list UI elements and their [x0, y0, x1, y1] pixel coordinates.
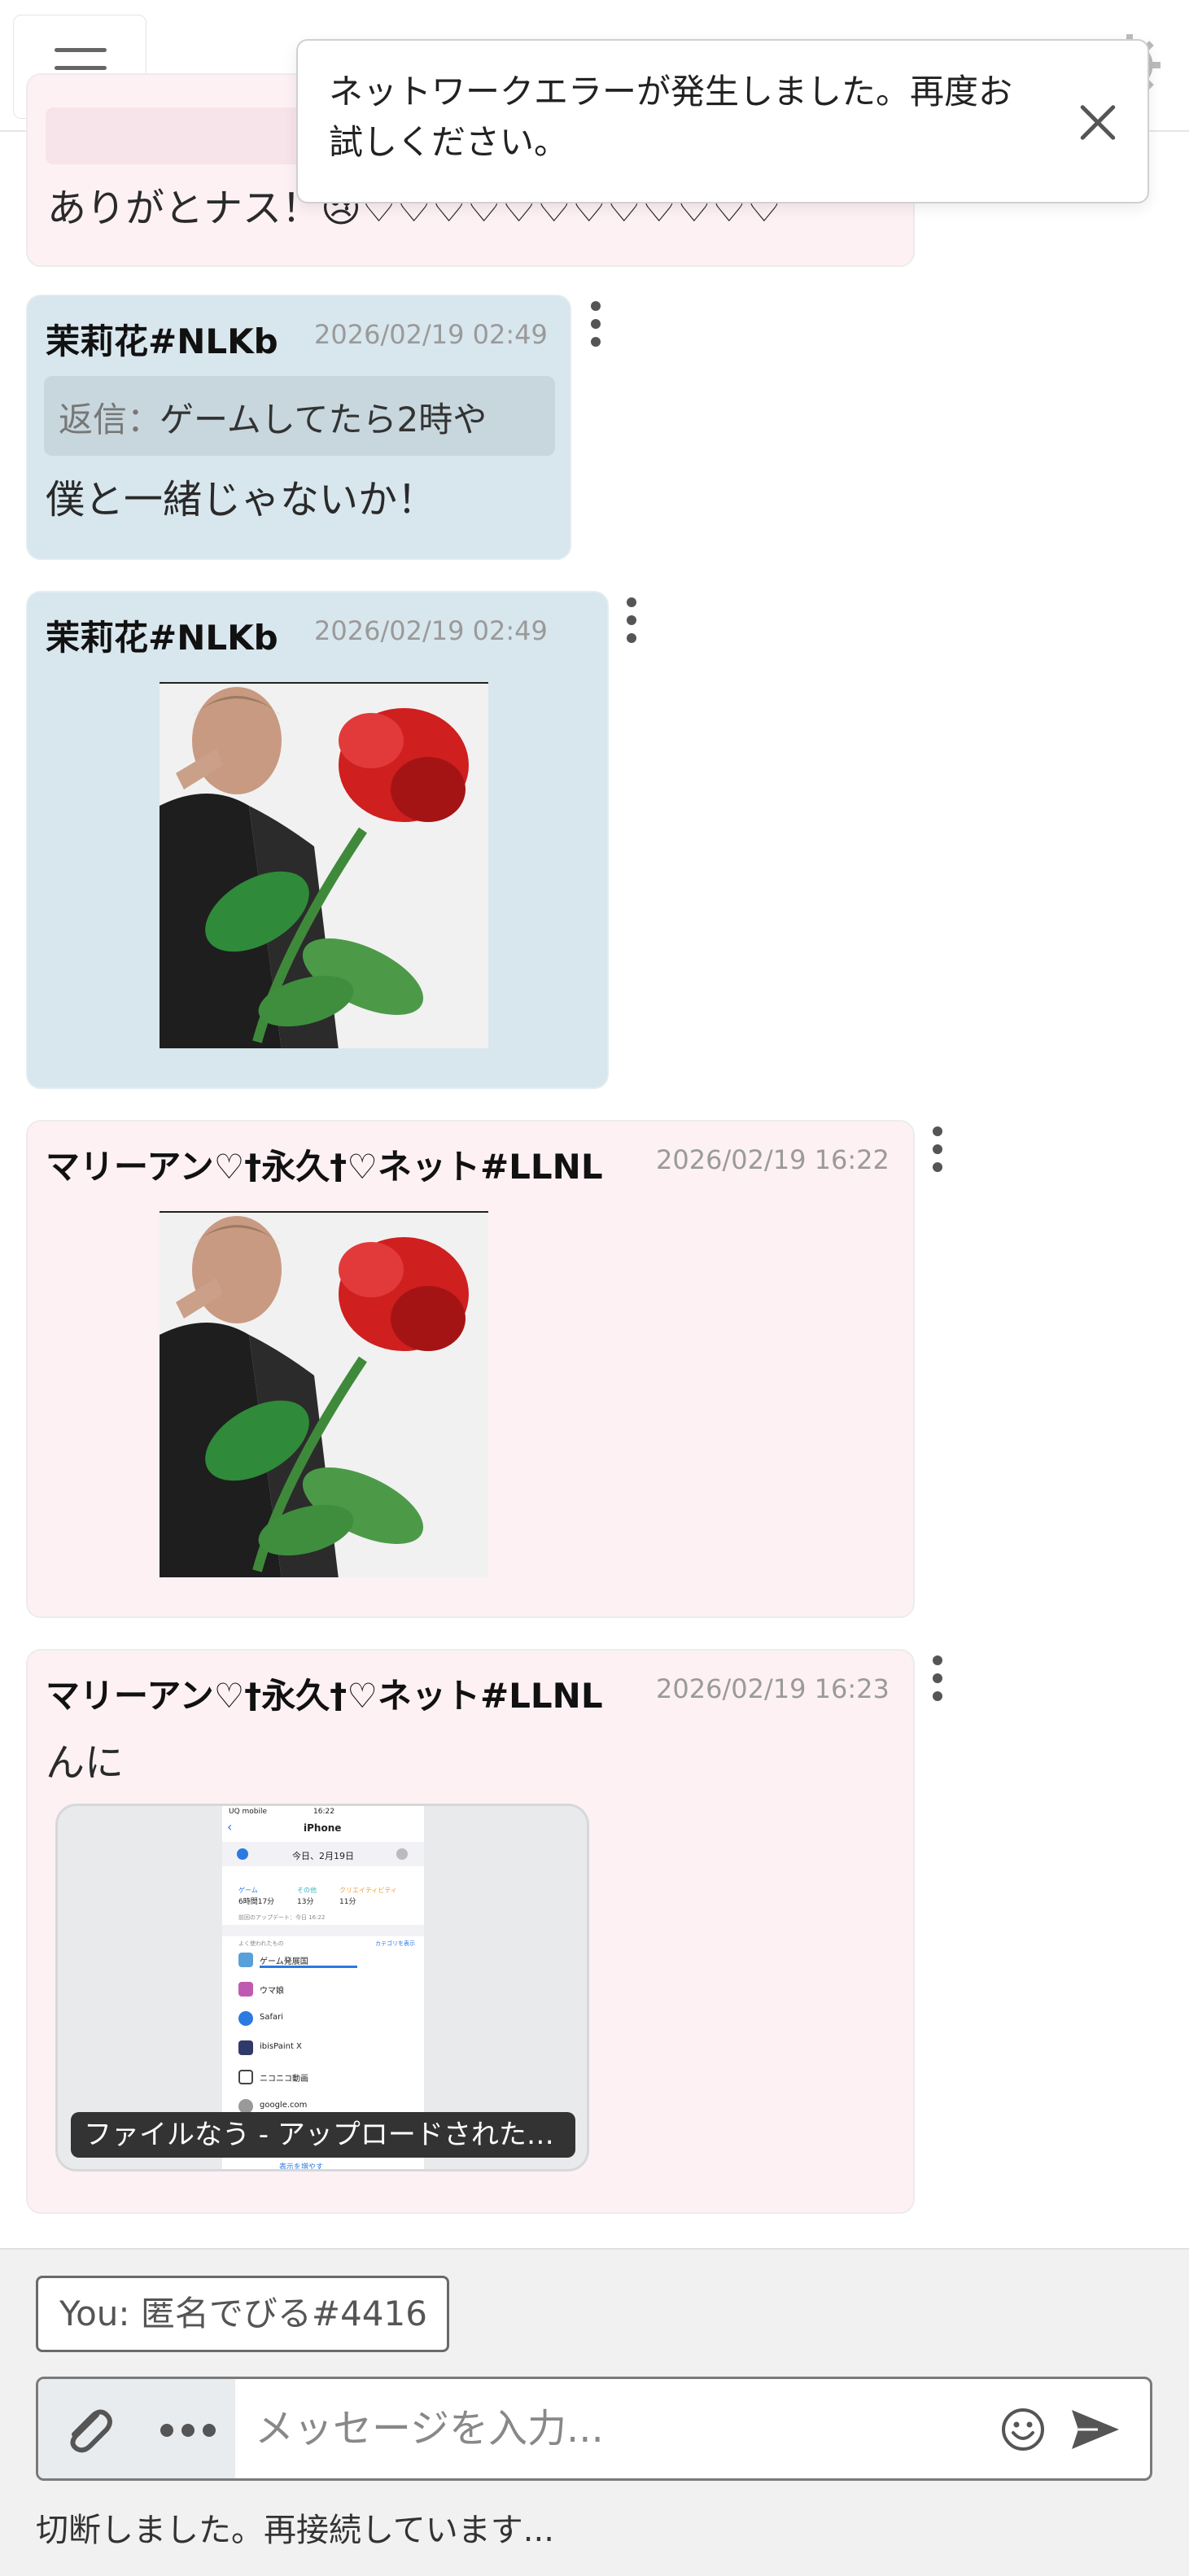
message-menu-icon[interactable]	[623, 597, 640, 643]
toast-message: ネットワークエラーが発生しました。再度お試しください。	[329, 72, 1013, 162]
emoji-icon[interactable]	[999, 2405, 1047, 2454]
message-bubble: 茉莉花#NLKb 2026/02/19 02:49 返信： ゲームしてたら2時や…	[26, 295, 571, 560]
message-author: 茉莉花#NLKb	[46, 618, 278, 658]
attachment-caption: ファイルなう - アップロードされたファイル	[71, 2112, 575, 2158]
app-name: ニコニコ動画	[260, 2075, 308, 2084]
error-toast: ネットワークエラーが発生しました。再度お試しください。	[296, 39, 1149, 203]
more-icon[interactable]	[160, 2424, 219, 2437]
composer-tools	[38, 2379, 235, 2478]
phone-updated: 前回のアップデート：今日 16:22	[238, 1914, 326, 1921]
message-input[interactable]	[253, 2395, 973, 2462]
phone-carrier: UQ mobile	[229, 1808, 268, 1816]
message-author: 茉莉花#NLKb	[46, 321, 278, 361]
message-bubble: マリーアン♡†永久†♡ネット#LLNL 2026/02/19 16:22	[26, 1120, 915, 1618]
man-with-rose-image[interactable]	[160, 682, 488, 1048]
stat-label: ゲーム	[238, 1887, 258, 1894]
stat-value: 11分	[339, 1898, 356, 1906]
app-name: google.com	[260, 2101, 308, 2110]
stat-label: その他	[297, 1887, 317, 1894]
message-bubble: 茉莉花#NLKb 2026/02/19 02:49	[26, 591, 609, 1089]
phone-more-link: 表示を増やす	[279, 2163, 324, 2171]
identity-button[interactable]: You: 匿名でびる#4416	[36, 2276, 449, 2352]
man-with-rose-image[interactable]	[160, 1211, 488, 1577]
message-menu-icon[interactable]	[929, 1126, 946, 1172]
image-attachment[interactable]: UQ mobile 16:22 ‹ iPhone 今日、2月19日 ゲーム 6時…	[55, 1804, 589, 2171]
message-text: 僕と一緒じゃないか！	[46, 477, 437, 523]
stat-value: 13分	[297, 1898, 314, 1906]
app-name: Safari	[260, 2013, 284, 2022]
message-composer	[36, 2377, 1152, 2481]
send-icon[interactable]	[1069, 2407, 1122, 2452]
message-timestamp: 2026/02/19 02:49	[314, 319, 548, 350]
back-chevron-icon: ‹	[227, 1819, 233, 1835]
app-name: ウマ娘	[260, 1987, 284, 1996]
app-name: ゲーム発展国	[260, 1957, 308, 1966]
phone-section: よく使われたもの	[238, 1940, 284, 1947]
message-author: マリーアン♡†永久†♡ネット#LLNL	[46, 1147, 603, 1187]
reply-text: ゲームしてたら2時や	[160, 400, 487, 440]
app-name: ibisPaint X	[260, 2042, 302, 2051]
message-author: マリーアン♡†永久†♡ネット#LLNL	[46, 1676, 603, 1716]
paperclip-icon[interactable]	[59, 2400, 116, 2457]
phone-section-link: カテゴリを表示	[375, 1940, 415, 1947]
message-text: んに	[46, 1740, 125, 1786]
phone-title: iPhone	[304, 1822, 342, 1834]
close-icon[interactable]	[1069, 94, 1126, 151]
message-timestamp: 2026/02/19 16:23	[656, 1673, 890, 1704]
hamburger-icon	[55, 48, 107, 52]
stat-value: 6時間17分	[238, 1898, 275, 1906]
connection-status: 切断しました。再接続しています...	[36, 2512, 554, 2549]
message-menu-icon[interactable]	[588, 301, 604, 347]
stat-label: クリエイティビティ	[339, 1887, 397, 1894]
reply-preview[interactable]: 返信： ゲームしてたら2時や	[44, 376, 555, 456]
message-timestamp: 2026/02/19 02:49	[314, 615, 548, 646]
phone-date: 今日、2月19日	[292, 1851, 354, 1861]
message-timestamp: 2026/02/19 16:22	[656, 1144, 890, 1175]
phone-clock: 16:22	[313, 1808, 334, 1816]
message-menu-icon[interactable]	[929, 1655, 946, 1701]
reply-label: 返信：	[59, 400, 162, 440]
